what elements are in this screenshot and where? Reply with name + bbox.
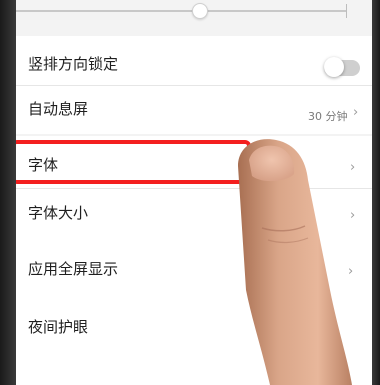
- auto-screen-off-value: 30 分钟: [308, 110, 348, 123]
- chevron-right-icon: ›: [353, 105, 359, 120]
- chevron-right-icon: ›: [348, 264, 354, 279]
- device-bezel-right: [372, 0, 380, 385]
- settings-group-orientation: 竖排方向锁定 自动息屏 30 分钟 ›: [16, 36, 372, 134]
- toggle-knob: [324, 57, 344, 77]
- auto-screen-off-label: 自动息屏: [28, 100, 89, 118]
- settings-group-eye-care: 夜间护眼: [16, 302, 372, 385]
- settings-screen: 竖排方向锁定 自动息屏 30 分钟 › 字体 › 字体大小 › 应用全屏显示 ›: [16, 0, 372, 385]
- orientation-lock-toggle[interactable]: [324, 57, 360, 77]
- chevron-right-icon: ›: [350, 160, 356, 175]
- brightness-slider-thumb[interactable]: [192, 3, 208, 19]
- settings-group-fullscreen: 应用全屏显示 ›: [16, 240, 372, 302]
- app-fullscreen-label: 应用全屏显示: [28, 260, 119, 278]
- brightness-slider-end: [346, 4, 347, 18]
- font-row-highlight-box: [16, 140, 251, 184]
- divider: [16, 85, 372, 86]
- orientation-lock-label: 竖排方向锁定: [28, 55, 119, 73]
- font-size-label: 字体大小: [28, 204, 89, 222]
- device-bezel-left: [0, 0, 16, 385]
- divider: [16, 188, 372, 189]
- chevron-right-icon: ›: [350, 208, 356, 223]
- night-eye-care-label: 夜间护眼: [28, 318, 89, 336]
- brightness-slider-track: [16, 10, 346, 12]
